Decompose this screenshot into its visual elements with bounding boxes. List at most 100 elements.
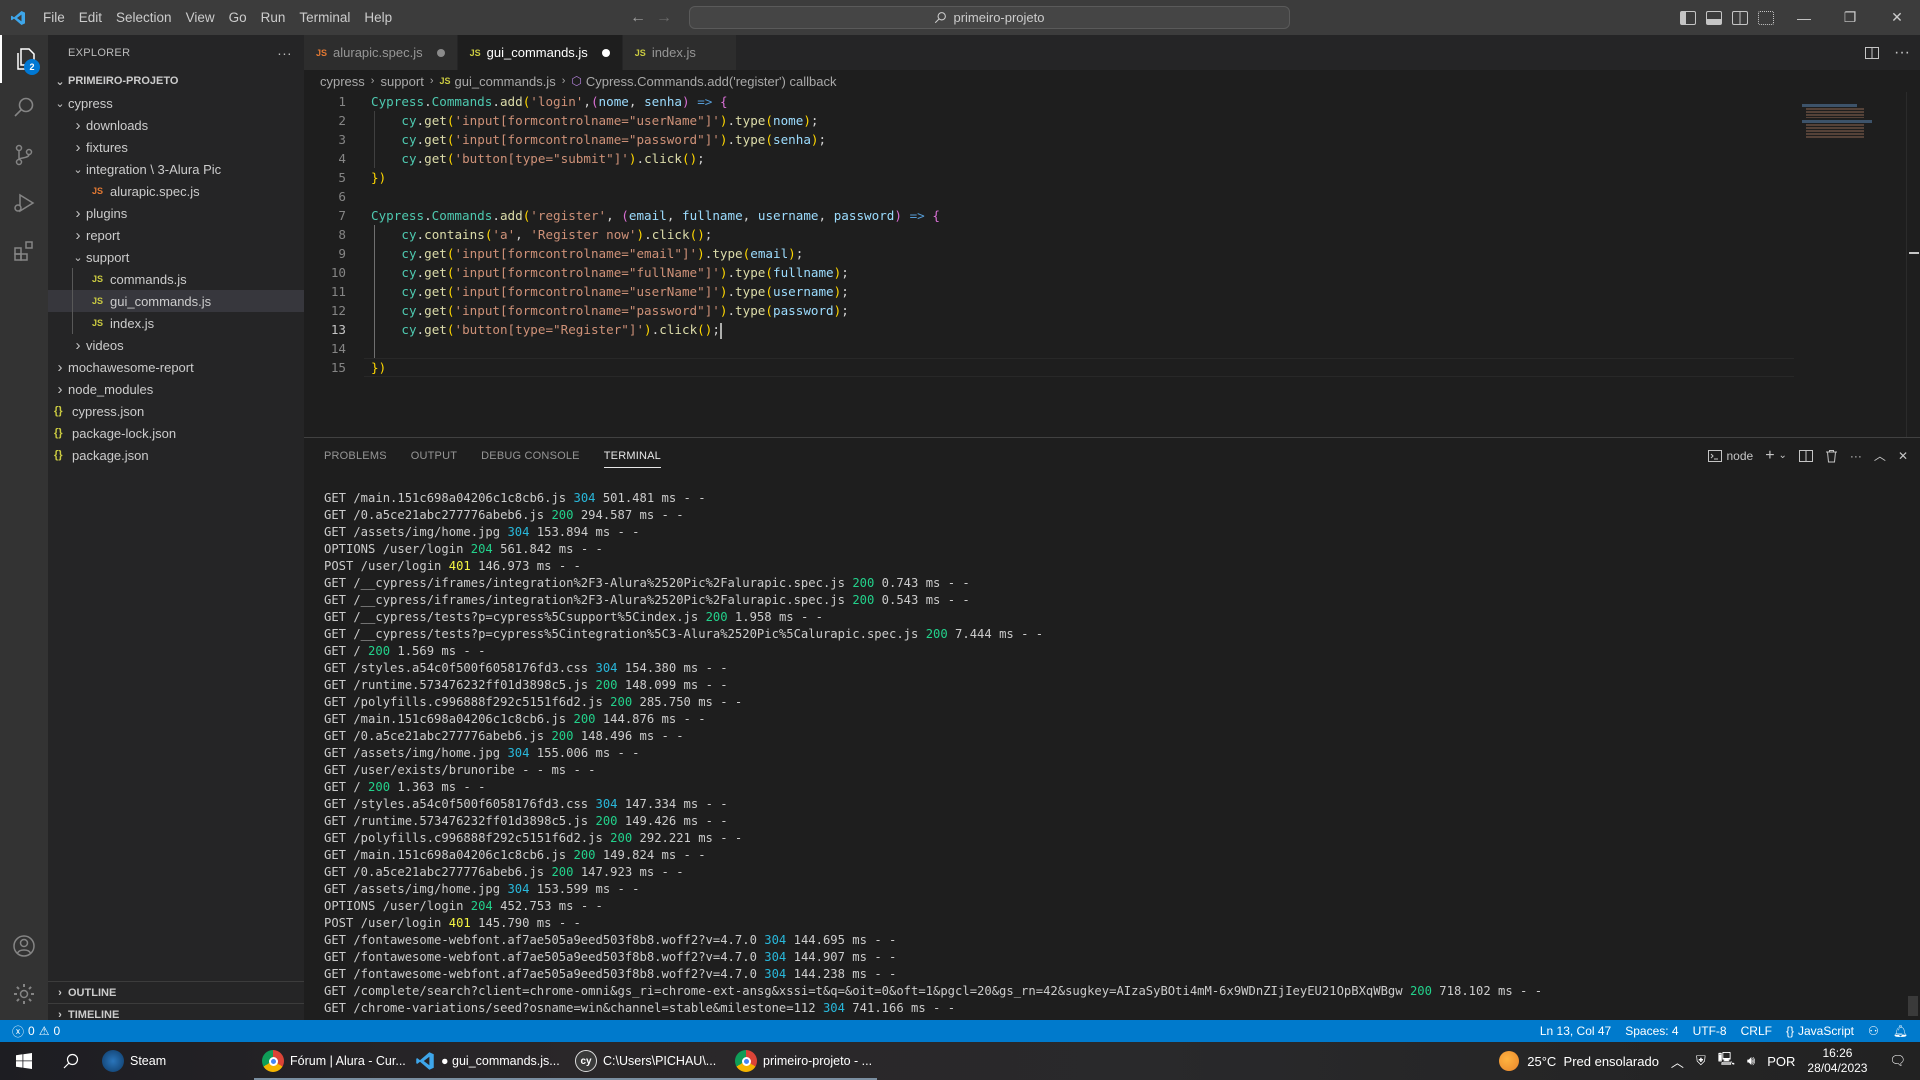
accounts-activity[interactable] [0, 922, 48, 970]
tree-file[interactable]: JS commands.js [48, 268, 304, 290]
indentation[interactable]: Spaces: 4 [1618, 1024, 1685, 1038]
input-language[interactable]: POR [1767, 1054, 1795, 1069]
explorer-activity[interactable]: 2 [0, 35, 48, 83]
breadcrumb-item[interactable]: support [380, 74, 423, 89]
toggle-primary-sidebar-icon[interactable] [1680, 10, 1696, 25]
taskbar-app[interactable]: Steam [94, 1042, 254, 1080]
search-activity[interactable] [0, 83, 48, 131]
tree-item-label: support [86, 249, 130, 265]
trash-icon[interactable] [1825, 449, 1838, 463]
menu-edit[interactable]: Edit [72, 0, 109, 35]
taskbar-app[interactable]: Fórum | Alura - Cur... [254, 1042, 407, 1080]
tree-file[interactable]: JS gui_commands.js [48, 290, 304, 312]
menu-view[interactable]: View [179, 0, 222, 35]
menu-terminal[interactable]: Terminal [292, 0, 357, 35]
menu-file[interactable]: File [36, 0, 72, 35]
breadcrumb-item[interactable]: cypress [320, 74, 365, 89]
source-control-activity[interactable] [0, 131, 48, 179]
close-panel-icon[interactable]: ✕ [1898, 449, 1908, 463]
notifications-bell-icon[interactable]: 🔔︎ [1886, 1024, 1920, 1038]
panel-tab-output[interactable]: OUTPUT [411, 450, 457, 462]
split-editor-icon[interactable] [1864, 45, 1880, 61]
tree-folder[interactable]: › videos [48, 334, 304, 356]
editor-tab[interactable]: JS index.js [622, 35, 737, 70]
explorer-more-actions-button[interactable]: ··· [277, 45, 292, 61]
editor-tab[interactable]: JS alurapic.spec.js [304, 35, 458, 70]
clock[interactable]: 16:26 28/04/2023 [1807, 1046, 1867, 1076]
editor-tab[interactable]: JS gui_commands.js [457, 35, 623, 70]
code-line: }) [371, 360, 387, 375]
encoding[interactable]: UTF-8 [1686, 1024, 1734, 1038]
tree-folder[interactable]: › plugins [48, 202, 304, 224]
more-actions-icon[interactable]: ··· [1894, 44, 1910, 62]
extensions-activity[interactable] [0, 227, 48, 275]
tree-folder[interactable]: › fixtures [48, 136, 304, 158]
breadcrumb-item[interactable]: Cypress.Commands.add('register') callbac… [586, 74, 837, 89]
unsaved-dot-icon[interactable] [436, 48, 445, 57]
close-window-button[interactable]: ✕ [1874, 0, 1920, 35]
network-icon[interactable]: 🖳︎ [1718, 1050, 1735, 1072]
chevron-down-icon[interactable]: ⌄ [1779, 450, 1787, 461]
windows-security-icon[interactable]: ⛨ [1696, 1053, 1706, 1069]
menu-go[interactable]: Go [222, 0, 254, 35]
taskbar-app[interactable]: ● gui_commands.js... [407, 1042, 567, 1080]
terminal-instance[interactable]: node [1708, 449, 1753, 463]
tree-file[interactable]: {} cypress.json [48, 400, 304, 422]
menu-run[interactable]: Run [254, 0, 293, 35]
unsaved-dot-icon[interactable] [601, 48, 610, 57]
tree-folder[interactable]: › node_modules [48, 378, 304, 400]
workspace-root[interactable]: ⌄ PRIMEIRO-PROJETO [48, 70, 304, 92]
split-terminal-icon[interactable] [1798, 449, 1813, 463]
breadcrumb-item[interactable]: gui_commands.js [455, 74, 556, 89]
menu-selection[interactable]: Selection [109, 0, 179, 35]
end-of-line[interactable]: CRLF [1734, 1024, 1779, 1038]
tree-file[interactable]: {} package.json [48, 444, 304, 466]
panel-tab-problems[interactable]: PROBLEMS [324, 450, 387, 462]
forward-arrow-icon[interactable]: → [656, 9, 672, 27]
tree-folder[interactable]: › mochawesome-report [48, 356, 304, 378]
restore-button[interactable]: ❐ [1827, 0, 1873, 35]
tree-file[interactable]: {} package-lock.json [48, 422, 304, 444]
manage-activity[interactable] [0, 970, 48, 1018]
taskbar-search-button[interactable] [48, 1042, 94, 1080]
minimize-button[interactable]: — [1781, 0, 1827, 35]
status-code: 200 [595, 814, 618, 828]
run-debug-activity[interactable] [0, 179, 48, 227]
toggle-panel-icon[interactable] [1706, 10, 1722, 25]
tree-file[interactable]: JS alurapic.spec.js [48, 180, 304, 202]
volume-icon[interactable]: 🔊︎ [1747, 1053, 1755, 1069]
terminal-scrollbar[interactable] [1906, 490, 1920, 1020]
cursor-position[interactable]: Ln 13, Col 47 [1533, 1024, 1618, 1038]
tree-folder[interactable]: ⌄ support [48, 246, 304, 268]
feedback-icon[interactable]: ⚇ [1861, 1024, 1886, 1038]
panel-tab-terminal[interactable]: TERMINAL [603, 450, 661, 468]
taskbar-app[interactable]: cy C:\Users\PICHAU\... [567, 1042, 727, 1080]
tree-file[interactable]: JS index.js [48, 312, 304, 334]
tree-folder[interactable]: › downloads [48, 114, 304, 136]
show-hidden-icons-chevron-icon[interactable]: ︿ [1671, 1052, 1684, 1071]
minimap[interactable] [1794, 92, 1904, 437]
command-center-search[interactable]: primeiro-projeto [689, 6, 1290, 29]
action-center-icon[interactable]: 🗨︎ [1889, 1053, 1906, 1069]
language-mode[interactable]: {} JavaScript [1779, 1024, 1861, 1038]
taskbar-app[interactable]: primeiro-projeto - ... [727, 1042, 877, 1080]
problems-status[interactable]: ⓧ 0 ⚠ 0 [0, 1023, 67, 1040]
request-text: GET /polyfills.c996888f292c5151f6d2.js [324, 695, 611, 709]
tree-folder[interactable]: ⌄ integration \ 3-Alura Pic [48, 158, 304, 180]
back-arrow-icon[interactable]: ← [630, 9, 646, 27]
more-actions-icon[interactable]: ··· [1850, 449, 1862, 463]
status-code: 200 [573, 848, 596, 862]
weather-widget[interactable]: 25°C Pred ensolarado [1499, 1051, 1659, 1071]
tree-folder[interactable]: ⌄ cypress [48, 92, 304, 114]
tree-folder[interactable]: › report [48, 224, 304, 246]
new-terminal-icon[interactable]: + [1765, 447, 1774, 465]
menu-help[interactable]: Help [357, 0, 399, 35]
editor-vertical-scrollbar[interactable] [1906, 92, 1920, 437]
maximize-panel-icon[interactable]: ︿ [1874, 447, 1886, 464]
panel-tab-debug-console[interactable]: DEBUG CONSOLE [481, 450, 580, 462]
start-button[interactable] [0, 1042, 48, 1080]
customize-layout-icon[interactable] [1758, 10, 1774, 25]
terminal-output[interactable]: GET /main.151c698a04206c1c8cb6.js 304 50… [324, 490, 1542, 1017]
outline-section[interactable]: › OUTLINE [48, 981, 304, 1003]
toggle-secondary-sidebar-icon[interactable] [1732, 10, 1748, 25]
